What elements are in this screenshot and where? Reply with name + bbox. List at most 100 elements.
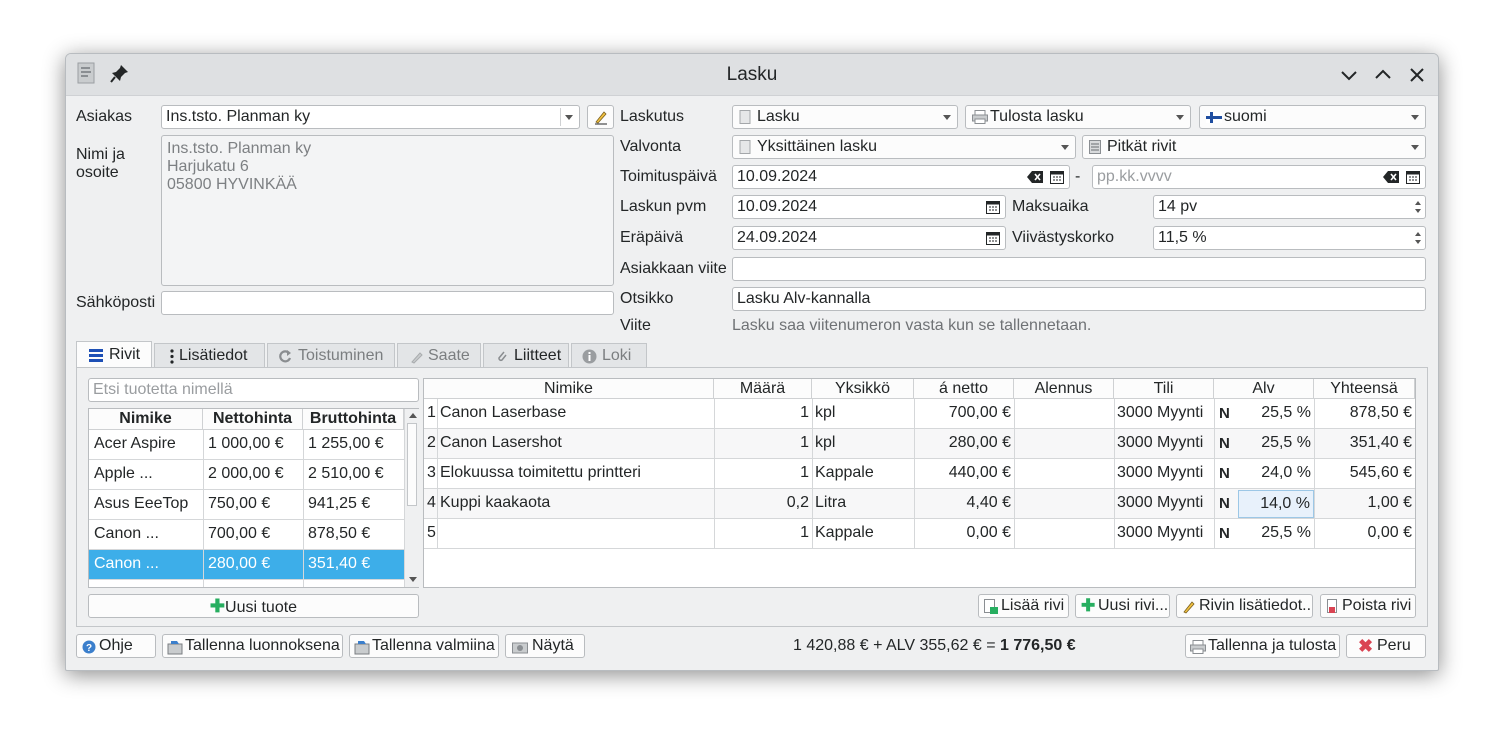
line-cell[interactable]: Canon Lasershot: [440, 434, 712, 452]
line-cell[interactable]: 0,2: [717, 494, 809, 512]
line-cell[interactable]: 878,50 €: [1317, 404, 1412, 422]
save-draft-button[interactable]: Tallenna luonnoksena: [162, 634, 343, 658]
product-scrollbar[interactable]: [404, 409, 419, 587]
scroll-up-icon[interactable]: [409, 413, 417, 418]
delivery-date-label: Toimituspäivä: [620, 168, 717, 185]
line-cell[interactable]: 3000 Myynti: [1117, 494, 1211, 512]
line-cell[interactable]: kpl: [815, 404, 911, 422]
add-row-button[interactable]: Lisää rivi: [978, 594, 1069, 618]
product-cell: Acer Aspire: [94, 435, 176, 452]
row-details-button[interactable]: Rivin lisätiedot..: [1176, 594, 1313, 618]
column-header[interactable]: Alennus: [1014, 379, 1114, 399]
column-header[interactable]: Bruttohinta: [303, 409, 404, 430]
address-line: 05800 HYVINKÄÄ: [167, 176, 297, 193]
spin-arrows-icon[interactable]: [1413, 228, 1423, 248]
line-cell[interactable]: 1,00 €: [1317, 494, 1412, 512]
line-cell[interactable]: 545,60 €: [1317, 464, 1412, 482]
tab-saate[interactable]: Saate: [397, 343, 481, 368]
line-cell[interactable]: 3000 Myynti: [1117, 404, 1211, 422]
column-header[interactable]: Alv: [1214, 379, 1314, 399]
scrollbar-thumb[interactable]: [407, 423, 417, 506]
line-cell[interactable]: Kappale: [815, 464, 911, 482]
vat-cell[interactable]: 14,0 %: [1238, 490, 1314, 518]
line-cell[interactable]: 3000 Myynti: [1117, 434, 1211, 452]
line-cell[interactable]: 0,00 €: [917, 524, 1011, 542]
clear-icon[interactable]: [1383, 171, 1399, 183]
vat-cell[interactable]: 25,5 %: [1238, 430, 1314, 458]
invoice-date-field[interactable]: 10.09.2024: [732, 195, 1006, 219]
line-cell[interactable]: 1: [717, 404, 809, 422]
save-ready-button[interactable]: Tallenna valmiina: [349, 634, 499, 658]
line-cell[interactable]: 1: [717, 464, 809, 482]
calendar-icon[interactable]: [986, 231, 1000, 245]
edit-customer-button[interactable]: [587, 105, 614, 129]
line-cell[interactable]: 700,00 €: [917, 404, 1011, 422]
line-cell[interactable]: 440,00 €: [917, 464, 1011, 482]
column-header[interactable]: Yksikkö: [812, 379, 914, 399]
column-header[interactable]: Nimike: [89, 409, 203, 430]
subject-field[interactable]: Lasku Alv-kannalla: [732, 287, 1426, 311]
column-header[interactable]: á netto: [914, 379, 1014, 399]
interest-spinbox[interactable]: 11,5 %: [1153, 226, 1426, 250]
clear-icon[interactable]: [1027, 171, 1043, 183]
help-button[interactable]: ? Ohje: [76, 634, 156, 658]
vat-cell[interactable]: 25,5 %: [1238, 520, 1314, 548]
vat-cell[interactable]: 25,5 %: [1238, 400, 1314, 428]
line-cell[interactable]: 3000 Myynti: [1117, 464, 1211, 482]
customer-combo[interactable]: Ins.tsto. Planman ky: [161, 105, 580, 129]
new-row-button[interactable]: ✚ Uusi rivi...: [1075, 594, 1170, 618]
show-button[interactable]: Näytä: [505, 634, 585, 658]
scroll-down-icon[interactable]: [409, 577, 417, 582]
language-combo[interactable]: suomi: [1199, 105, 1426, 129]
delivery-date-field[interactable]: 10.09.2024: [732, 165, 1070, 189]
calendar-icon[interactable]: [1406, 170, 1420, 184]
tab-loki[interactable]: Loki: [571, 343, 647, 368]
tab-toistuminen[interactable]: Toistuminen: [267, 343, 395, 368]
minimize-icon[interactable]: [1337, 63, 1361, 87]
vat-cell[interactable]: 24,0 %: [1238, 460, 1314, 488]
line-cell[interactable]: 0,00 €: [1317, 524, 1412, 542]
line-cell[interactable]: 1: [717, 524, 809, 542]
line-cell[interactable]: 3000 Myynti: [1117, 524, 1211, 542]
new-product-button[interactable]: ✚Uusi tuote: [88, 594, 419, 618]
column-header[interactable]: Nimike: [424, 379, 714, 399]
line-cell[interactable]: kpl: [815, 434, 911, 452]
close-icon[interactable]: [1405, 63, 1429, 87]
calendar-icon[interactable]: [1050, 170, 1064, 184]
due-date-field[interactable]: 24.09.2024: [732, 226, 1006, 250]
tab-rivit[interactable]: Rivit: [76, 341, 152, 368]
tab-liitteet[interactable]: Liitteet: [483, 343, 569, 368]
column-header[interactable]: Yhteensä: [1314, 379, 1415, 399]
delivery-date-end-field[interactable]: pp.kk.vvvv: [1092, 165, 1426, 189]
email-field[interactable]: [161, 291, 614, 315]
due-date-label: Eräpäivä: [620, 229, 684, 246]
line-cell[interactable]: 280,00 €: [917, 434, 1011, 452]
chevron-down-icon[interactable]: [565, 115, 573, 120]
print-mode-combo[interactable]: Tulosta lasku: [965, 105, 1191, 129]
monitoring-combo[interactable]: Yksittäinen lasku: [732, 135, 1076, 159]
tab-lisatiedot[interactable]: Lisätiedot: [154, 343, 265, 368]
column-header[interactable]: Tili: [1114, 379, 1214, 399]
line-cell[interactable]: Kappale: [815, 524, 911, 542]
line-cell[interactable]: 351,40 €: [1317, 434, 1412, 452]
address-textarea[interactable]: Ins.tsto. Planman ky Harjukatu 6 05800 H…: [161, 135, 614, 286]
customer-ref-field[interactable]: [732, 257, 1426, 281]
line-cell[interactable]: 1: [717, 434, 809, 452]
save-and-print-button[interactable]: Tallenna ja tulosta: [1185, 634, 1340, 658]
spin-arrows-icon[interactable]: [1413, 197, 1423, 217]
line-cell[interactable]: 4,40 €: [917, 494, 1011, 512]
line-cell[interactable]: Kuppi kaakaota: [440, 494, 712, 512]
line-cell[interactable]: Canon Laserbase: [440, 404, 712, 422]
column-header[interactable]: Nettohinta: [203, 409, 303, 430]
calendar-icon[interactable]: [986, 200, 1000, 214]
product-search-input[interactable]: Etsi tuotetta nimellä: [88, 378, 419, 402]
line-cell[interactable]: Elokuussa toimitettu printteri: [440, 464, 712, 482]
column-header[interactable]: Määrä: [714, 379, 812, 399]
cancel-button[interactable]: ✖ Peru: [1346, 634, 1426, 658]
line-cell[interactable]: Litra: [815, 494, 911, 512]
delete-row-button[interactable]: Poista rivi: [1320, 594, 1416, 618]
payment-term-spinbox[interactable]: 14 pv: [1153, 195, 1426, 219]
row-mode-combo[interactable]: Pitkät rivit: [1082, 135, 1426, 159]
invoice-type-combo[interactable]: Lasku: [732, 105, 958, 129]
maximize-icon[interactable]: [1371, 63, 1395, 87]
